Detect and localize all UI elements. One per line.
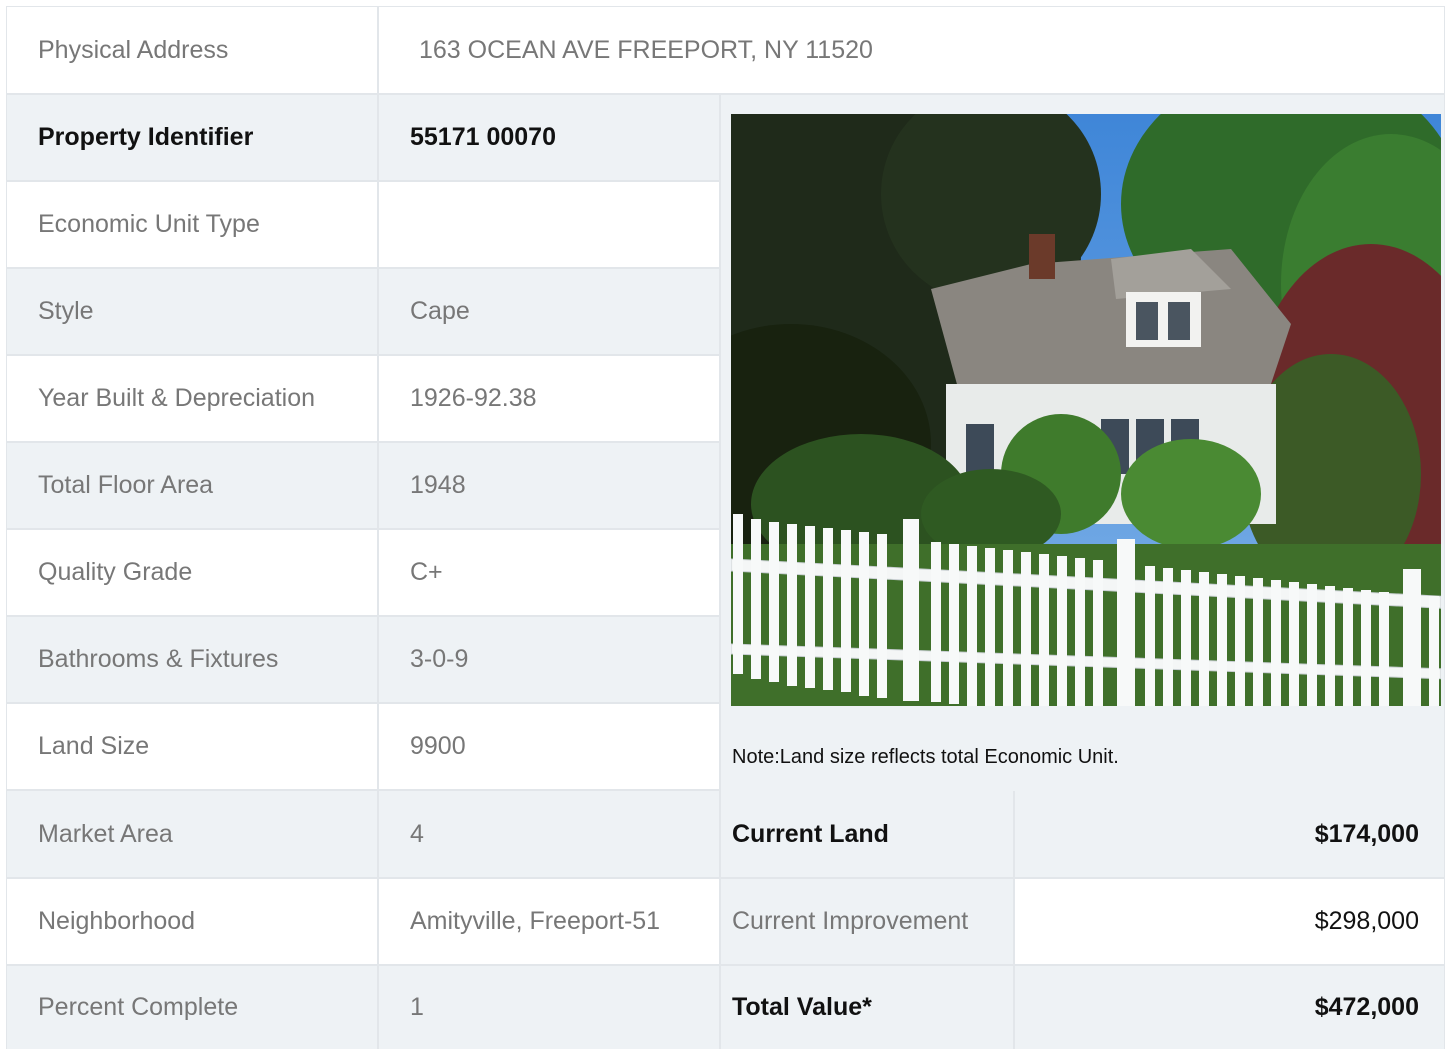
- divider: [1013, 791, 1015, 1049]
- divider: [7, 441, 719, 443]
- total-value-label: Total Value*: [721, 966, 1013, 1049]
- total-value-value: $472,000: [1015, 966, 1444, 1049]
- row-label-market-area: Market Area: [7, 791, 377, 877]
- property-photo: [731, 114, 1441, 706]
- divider: [7, 615, 719, 617]
- row-label-property-identifier: Property Identifier: [7, 95, 377, 180]
- row-label-year-built: Year Built & Depreciation: [7, 356, 377, 441]
- row-value-property-identifier: 55171 00070: [379, 95, 719, 180]
- row-label-neighborhood: Neighborhood: [7, 879, 377, 964]
- row-value-percent-complete: 1: [379, 966, 719, 1049]
- row-label-bathrooms: Bathrooms & Fixtures: [7, 617, 377, 702]
- row-value-bathrooms: 3-0-9: [379, 617, 719, 702]
- address-label: Physical Address: [7, 7, 377, 93]
- divider: [7, 702, 719, 704]
- row-value-quality-grade: C+: [379, 530, 719, 615]
- divider: [7, 180, 719, 182]
- row-label-land-size: Land Size: [7, 704, 377, 789]
- divider: [7, 267, 719, 269]
- row-value-market-area: 4: [379, 791, 719, 877]
- row-label-quality-grade: Quality Grade: [7, 530, 377, 615]
- divider: [377, 7, 379, 1049]
- divider: [7, 354, 719, 356]
- row-value-economic-unit-type: [379, 182, 719, 267]
- current-land-value: $174,000: [1015, 791, 1444, 877]
- row-label-economic-unit-type: Economic Unit Type: [7, 182, 377, 267]
- divider: [7, 528, 719, 530]
- row-label-total-floor-area: Total Floor Area: [7, 443, 377, 528]
- row-value-style: Cape: [379, 269, 719, 354]
- divider: [7, 789, 719, 791]
- row-value-land-size: 9900: [379, 704, 719, 789]
- row-value-year-built: 1926-92.38: [379, 356, 719, 441]
- row-label-percent-complete: Percent Complete: [7, 966, 377, 1049]
- row-value-neighborhood: Amityville, Freeport-51: [379, 879, 719, 964]
- row-value-total-floor-area: 1948: [379, 443, 719, 528]
- address-value: 163 OCEAN AVE FREEPORT, NY 11520: [379, 7, 1444, 93]
- row-label-style: Style: [7, 269, 377, 354]
- land-size-note: Note:Land size reflects total Economic U…: [732, 746, 1119, 768]
- current-improvement-label: Current Improvement: [721, 879, 1013, 964]
- current-land-label: Current Land: [721, 791, 1013, 877]
- current-improvement-value: $298,000: [1015, 879, 1444, 964]
